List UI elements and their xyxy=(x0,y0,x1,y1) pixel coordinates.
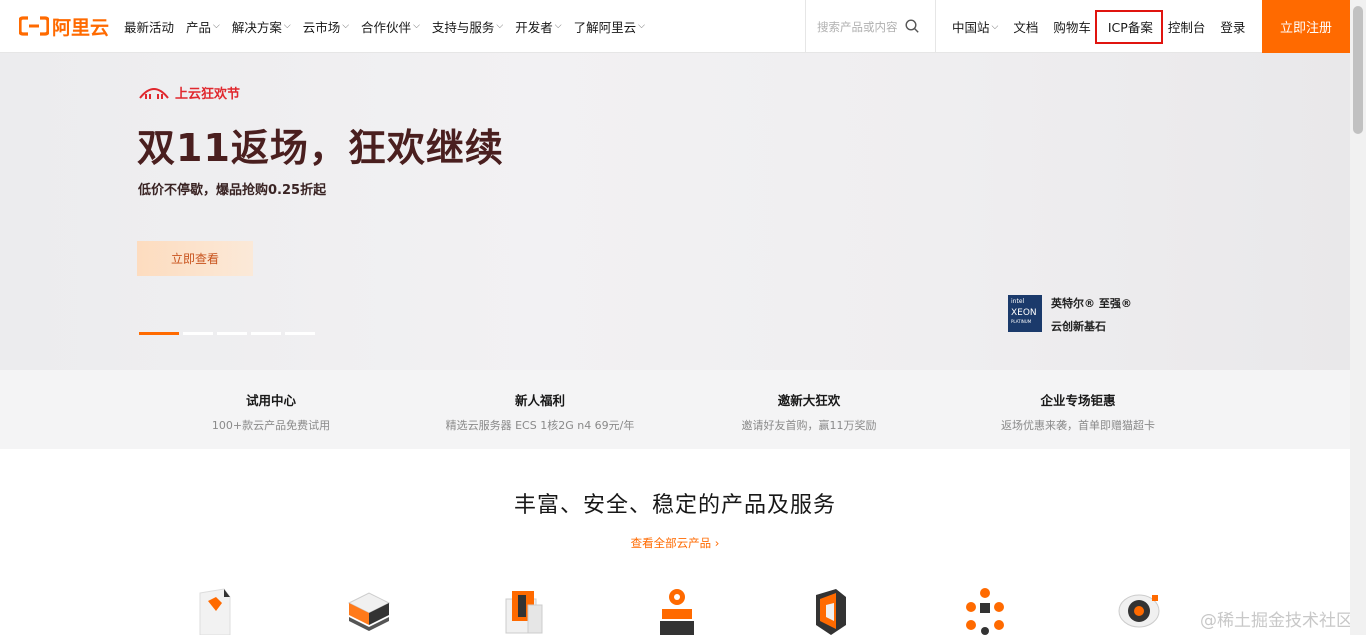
nav-item-solutions[interactable]: 解决方案 ⌵ xyxy=(232,17,291,36)
nav-item-label: 支持与服务 xyxy=(431,19,495,35)
region-selector[interactable]: 中国站 ⌵ xyxy=(952,17,998,36)
nav-item-label: 解决方案 xyxy=(231,19,282,35)
logo-text: 阿里云 xyxy=(52,16,110,39)
carousel-dot[interactable] xyxy=(139,332,179,335)
database-icon[interactable] xyxy=(498,585,548,635)
register-button[interactable]: 立即注册 xyxy=(1262,0,1350,53)
hero-tag-text: 上云狂欢节 xyxy=(175,87,241,102)
feature-enterprise-deals[interactable]: 企业专场钜惠 返场优惠来袭，首单即赠猫超卡 xyxy=(968,390,1188,433)
hero-title: 双11返场，狂欢继续 xyxy=(137,126,504,170)
feature-desc: 精选云服务器 ECS 1核2G n4 69元/年 xyxy=(445,419,635,432)
search-box[interactable]: 搜索产品或内容 xyxy=(805,0,936,53)
intel-xeon-logo: intel XEON PLATINUM xyxy=(1008,295,1042,332)
partner-line-2: 云创新基石 xyxy=(1051,320,1106,333)
carousel-dot[interactable] xyxy=(251,332,281,335)
nav-item-products[interactable]: 产品 ⌵ xyxy=(186,17,220,36)
platinum-text: PLATINUM xyxy=(1011,319,1032,325)
carousel-indicators xyxy=(139,332,319,335)
console-link[interactable]: 控制台 xyxy=(1168,17,1206,36)
chevron-down-icon: ⌵ xyxy=(413,21,420,31)
feature-desc: 邀请好友首购，赢11万奖励 xyxy=(741,419,877,432)
aliyun-logo-icon xyxy=(19,16,49,36)
chevron-down-icon: ⌵ xyxy=(496,21,504,31)
carousel-dot[interactable] xyxy=(183,332,213,335)
nav-item-about[interactable]: 了解阿里云 ⌵ xyxy=(574,17,645,36)
search-input[interactable]: 搜索产品或内容 xyxy=(817,19,898,35)
region-label: 中国站 xyxy=(952,20,990,35)
intel-xeon-badge: intel XEON PLATINUM 英特尔® 至强® 云创新基石 xyxy=(1008,295,1132,334)
network-icon[interactable] xyxy=(960,585,1010,635)
intel-brand: intel xyxy=(1011,298,1025,305)
chevron-down-icon: ⌵ xyxy=(283,21,291,31)
security-icon[interactable] xyxy=(806,585,856,635)
nav-item-developers[interactable]: 开发者 ⌵ xyxy=(515,17,561,36)
partner-line-1: 英特尔® 至强® xyxy=(1051,297,1132,310)
nav-item-label: 最新活动 xyxy=(124,19,175,35)
feature-title: 试用中心 xyxy=(245,393,296,408)
page-scrollbar[interactable] xyxy=(1350,0,1366,635)
hero-tag: 上云狂欢节 xyxy=(138,83,240,102)
chevron-down-icon: ⌵ xyxy=(213,21,220,31)
feature-desc: 100+款云产品免费试用 xyxy=(211,419,331,432)
feature-trial-center[interactable]: 试用中心 100+款云产品免费试用 xyxy=(161,390,381,433)
feature-strip: 试用中心 100+款云产品免费试用 新人福利 精选云服务器 ECS 1核2G n… xyxy=(0,370,1350,449)
aliyun-logo[interactable]: 阿里云 xyxy=(19,14,111,39)
nav-item-latest-activities[interactable]: 最新活动 xyxy=(124,17,174,36)
feature-title: 企业专场钜惠 xyxy=(1040,393,1116,408)
feature-invite-carnival[interactable]: 邀新大狂欢 邀请好友首购，赢11万奖励 xyxy=(699,390,919,433)
feature-title: 新人福利 xyxy=(514,393,565,408)
double-eleven-icon xyxy=(139,87,169,99)
nav-item-label: 了解阿里云 xyxy=(573,19,637,35)
nav-item-label: 云市场 xyxy=(302,19,341,35)
elastic-compute-icon[interactable] xyxy=(190,585,240,635)
view-now-button[interactable]: 立即查看 xyxy=(137,241,253,276)
nav-item-support[interactable]: 支持与服务 ⌵ xyxy=(432,17,503,36)
xeon-text: XEON xyxy=(1011,307,1037,318)
chevron-down-icon: ⌵ xyxy=(638,21,645,31)
chevron-down-icon: ⌵ xyxy=(554,21,562,31)
search-icon[interactable] xyxy=(905,19,919,33)
view-all-products-link[interactable]: 查看全部云产品 › xyxy=(0,535,1350,551)
feature-desc: 返场优惠来袭，首单即赠猫超卡 xyxy=(1001,419,1155,432)
icp-filing-link[interactable]: ICP备案 xyxy=(1108,17,1153,36)
storage-icon[interactable] xyxy=(344,585,394,635)
chevron-down-icon: ⌵ xyxy=(342,21,350,31)
nav-item-label: 合作伙伴 xyxy=(361,19,412,35)
cart-link[interactable]: 购物车 xyxy=(1053,17,1091,36)
feature-newcomer-benefits[interactable]: 新人福利 精选云服务器 ECS 1核2G n4 69元/年 xyxy=(430,390,650,433)
login-link[interactable]: 登录 xyxy=(1220,17,1245,36)
top-navbar: 阿里云 最新活动 产品 ⌵ 解决方案 ⌵ 云市场 ⌵ 合作伙伴 ⌵ 支持与服务 ⌵ 开发者… xyxy=(0,0,1350,53)
watermark: @稀土掘金技术社区 xyxy=(1200,611,1353,631)
chevron-down-icon: ⌵ xyxy=(991,21,999,32)
carousel-dot[interactable] xyxy=(285,332,315,335)
hero-subtitle: 低价不停歇，爆品抢购0.25折起 xyxy=(138,183,327,198)
ai-icon[interactable] xyxy=(652,585,702,635)
scrollbar-thumb[interactable] xyxy=(1353,6,1363,134)
section-title: 丰富、安全、稳定的产品及服务 xyxy=(513,493,836,518)
carousel-dot[interactable] xyxy=(217,332,247,335)
docs-link[interactable]: 文档 xyxy=(1013,17,1038,36)
nav-item-label: 产品 xyxy=(186,19,212,35)
nav-item-marketplace[interactable]: 云市场 ⌵ xyxy=(303,17,349,36)
nav-item-label: 开发者 xyxy=(515,19,553,35)
nav-item-partners[interactable]: 合作伙伴 ⌵ xyxy=(361,17,420,36)
main-nav: 最新活动 产品 ⌵ 解决方案 ⌵ 云市场 ⌵ 合作伙伴 ⌵ 支持与服务 ⌵ 开发者 ⌵ 了解… xyxy=(124,0,657,53)
right-links: 中国站 ⌵ 文档 购物车 ICP备案 控制台 登录 xyxy=(952,0,1260,53)
feature-title: 邀新大狂欢 xyxy=(777,393,841,408)
hero-banner[interactable]: 上云狂欢节 双11返场，狂欢继续 低价不停歇，爆品抢购0.25折起 立即查看 i… xyxy=(0,53,1350,370)
cloud-service-icon[interactable] xyxy=(1114,585,1164,635)
product-icons-row xyxy=(190,585,1190,635)
